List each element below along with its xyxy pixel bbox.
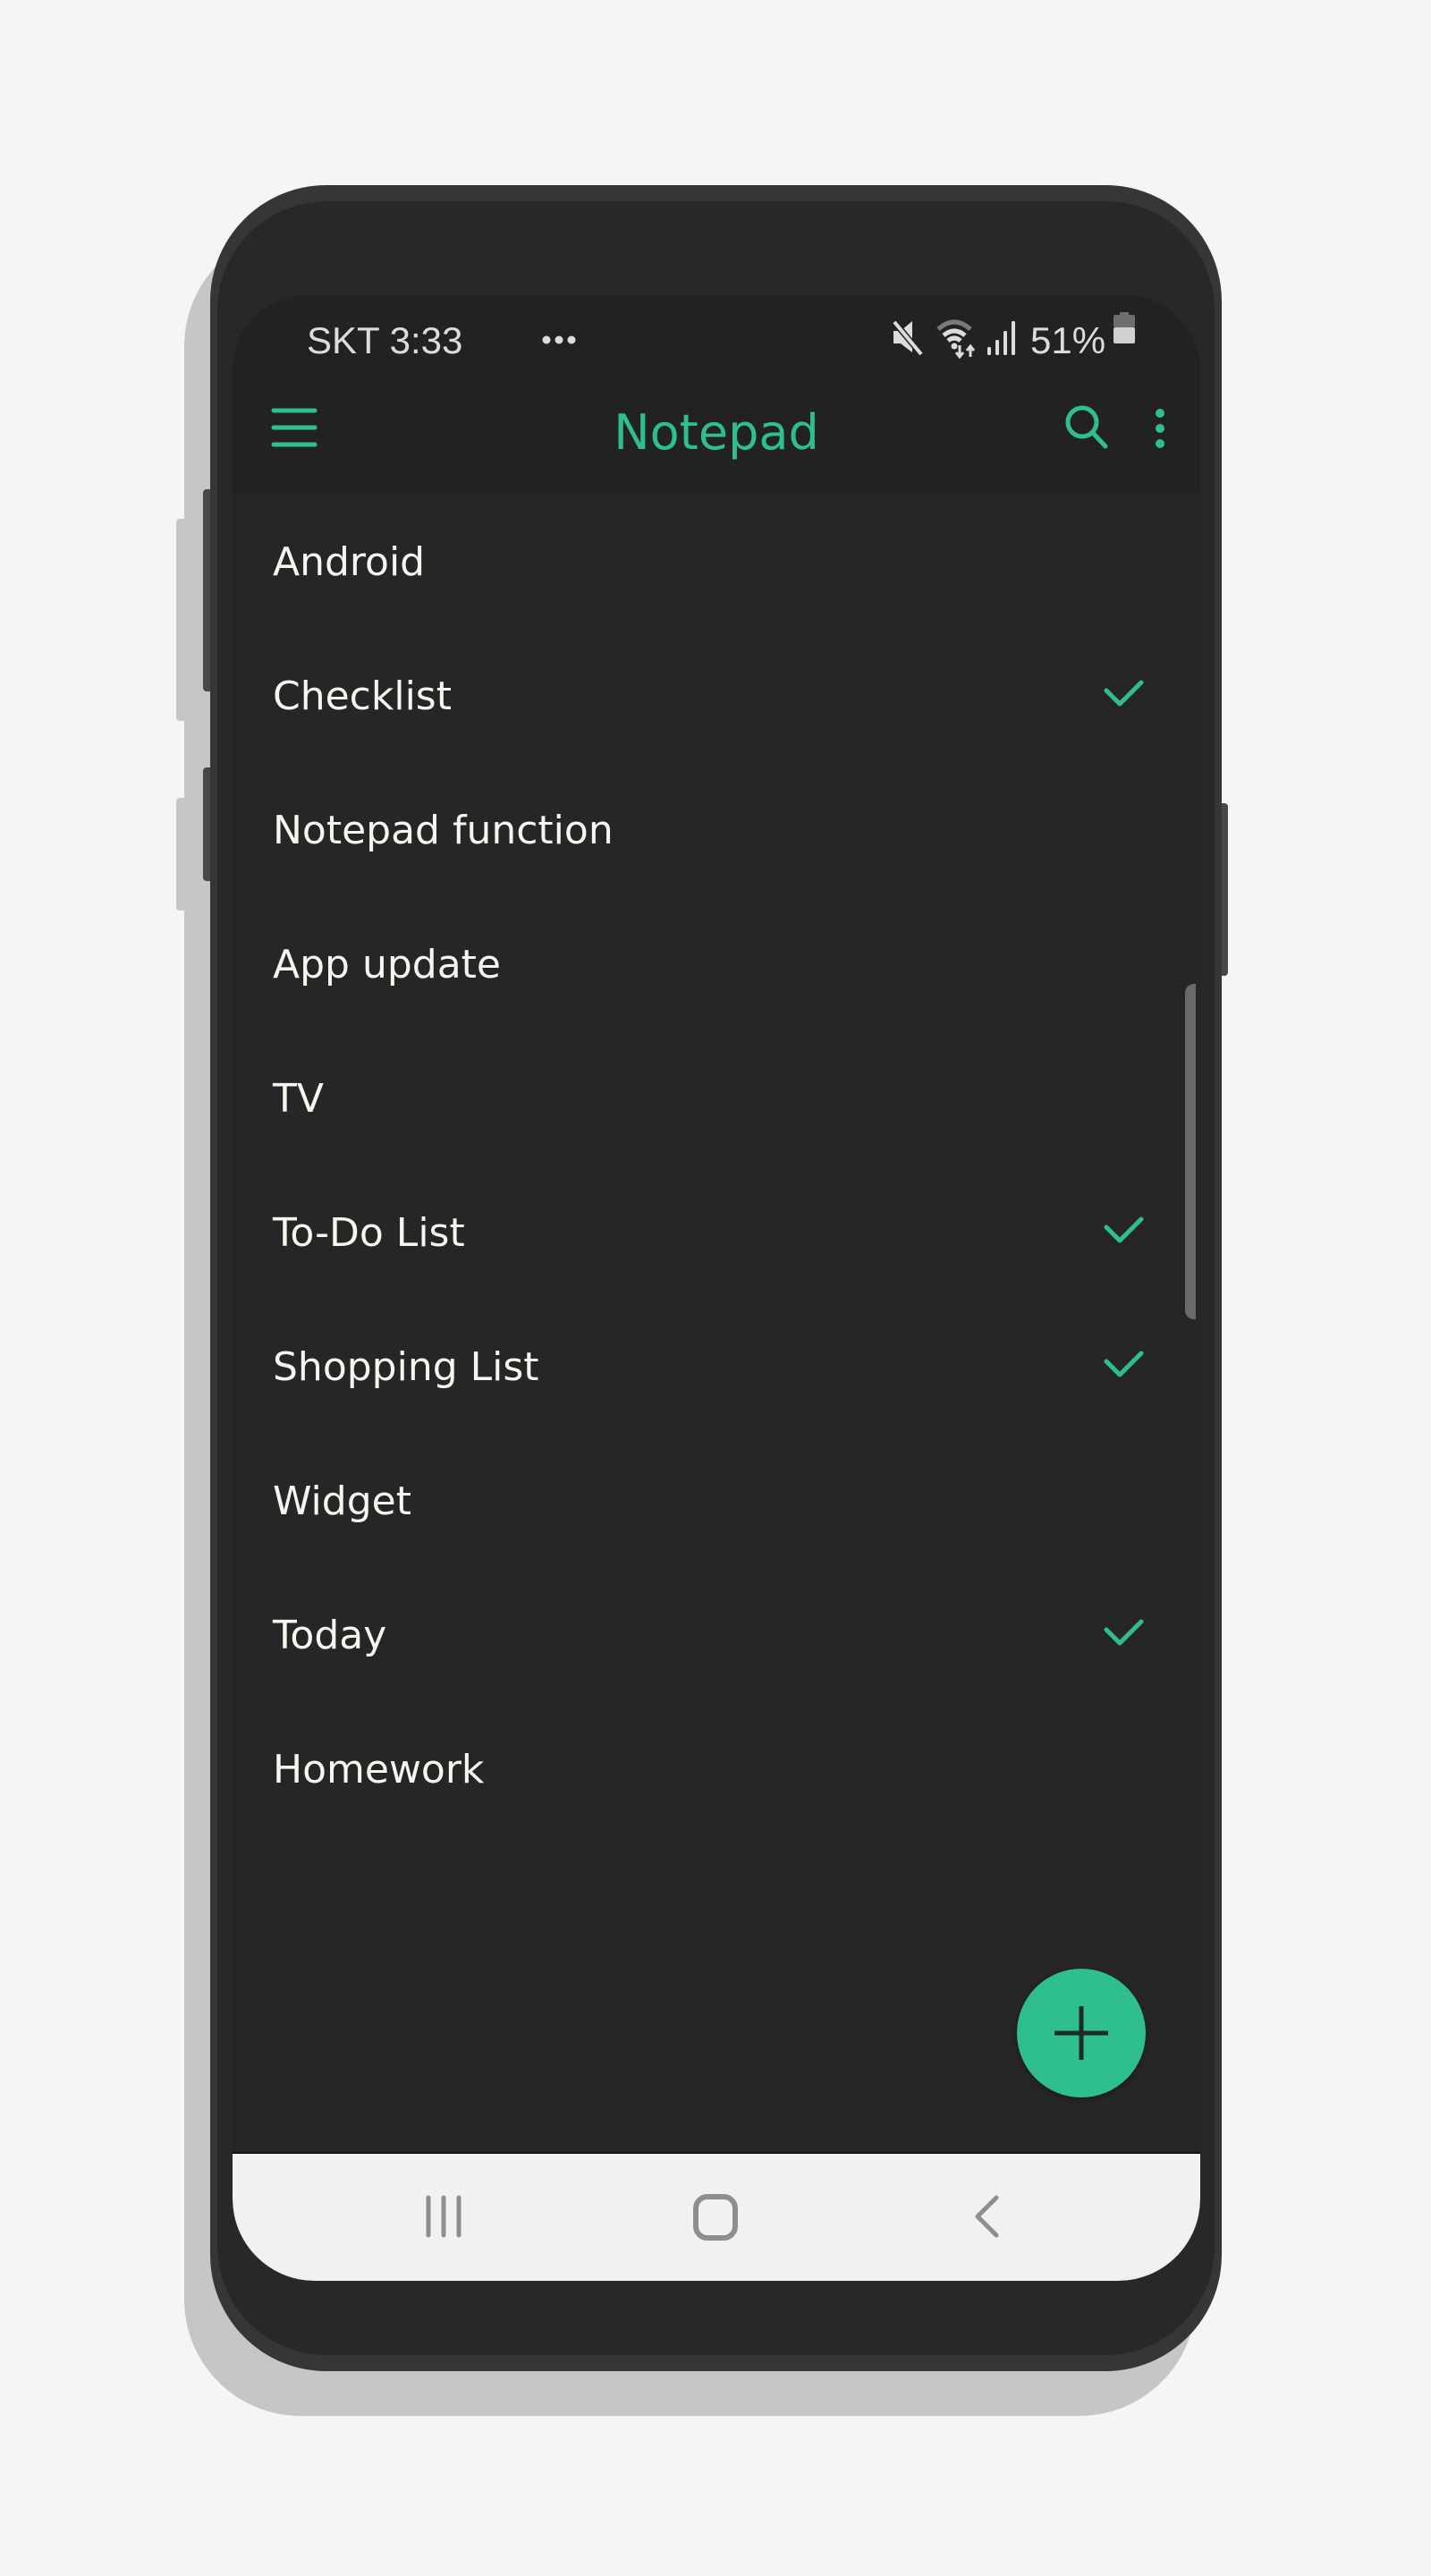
note-list-item[interactable]: Shopping List — [233, 1300, 1200, 1434]
note-title: TV — [273, 1076, 324, 1122]
note-list-item[interactable]: Homework — [233, 1702, 1200, 1836]
note-title: Homework — [273, 1747, 485, 1792]
scrollbar-thumb[interactable] — [1185, 984, 1196, 1319]
note-list-item[interactable]: Android — [233, 495, 1200, 629]
wifi-icon — [936, 319, 976, 360]
note-title: Shopping List — [273, 1344, 539, 1390]
more-notifications-icon — [542, 335, 576, 344]
note-list-item[interactable]: Widget — [233, 1434, 1200, 1568]
back-icon[interactable] — [973, 2195, 1002, 2238]
checklist-check-icon — [1104, 680, 1144, 707]
checklist-check-icon — [1104, 1351, 1144, 1377]
notes-list: Android Checklist Notepad function App upda… — [233, 495, 1200, 1836]
note-list-item[interactable]: Notepad function — [233, 763, 1200, 897]
signal-icon — [987, 321, 1015, 355]
note-list-item[interactable]: App update — [233, 897, 1200, 1031]
note-title: Widget — [273, 1479, 411, 1524]
plus-icon — [1054, 2006, 1108, 2060]
add-note-button[interactable] — [1017, 1969, 1146, 2097]
note-title: Checklist — [273, 674, 452, 719]
note-list-item[interactable]: Today — [233, 1568, 1200, 1702]
checklist-check-icon — [1104, 1216, 1144, 1243]
note-title: Today — [273, 1613, 387, 1658]
battery-icon — [1113, 312, 1135, 343]
mute-icon — [892, 319, 924, 357]
recents-icon[interactable] — [420, 2195, 465, 2238]
app-title: Notepad — [614, 404, 819, 461]
screen: SKT 3:33 51% Notepad Android Checklist N… — [233, 295, 1200, 2281]
note-title: To-Do List — [273, 1210, 465, 1256]
note-list-item[interactable]: To-Do List — [233, 1165, 1200, 1300]
note-list-item[interactable]: TV — [233, 1031, 1200, 1165]
checklist-check-icon — [1104, 1619, 1144, 1646]
side-button-shadow — [176, 519, 187, 721]
carrier-time: SKT 3:33 — [307, 319, 463, 361]
side-button-shadow — [176, 798, 187, 911]
navigation-bar — [233, 2152, 1200, 2281]
status-bar: SKT 3:33 51% — [233, 295, 1200, 394]
note-title: Notepad function — [273, 808, 614, 853]
home-icon[interactable] — [692, 2193, 739, 2241]
note-list-item[interactable]: Checklist — [233, 629, 1200, 763]
note-title: Android — [273, 539, 426, 585]
note-title: App update — [273, 942, 501, 987]
battery-percent: 51% — [1030, 319, 1106, 361]
